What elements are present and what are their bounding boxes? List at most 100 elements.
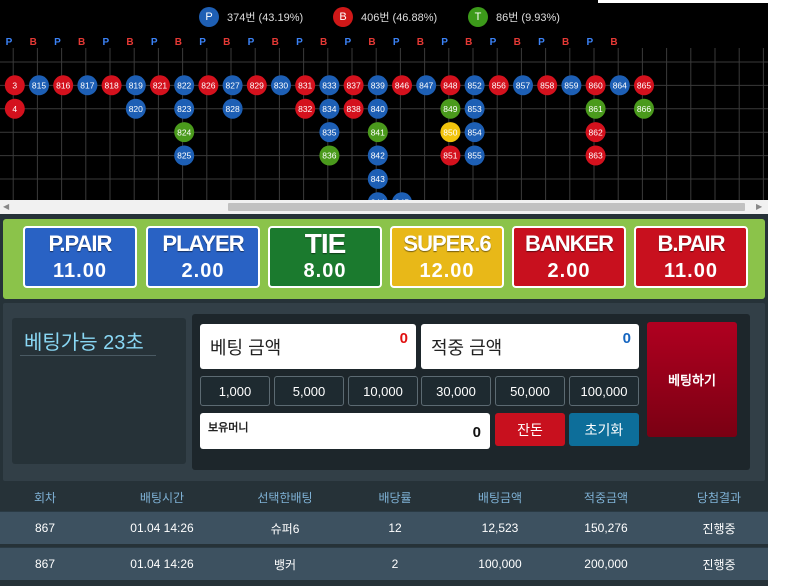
- bet-amount-field[interactable]: 베팅 금액 0: [200, 324, 416, 369]
- road-header-banker: B: [223, 37, 230, 48]
- scroll-thumb[interactable]: [228, 203, 745, 211]
- bead-label: 853: [468, 104, 482, 114]
- road-header-bg: [0, 34, 768, 48]
- odd-tie[interactable]: TIE 8.00: [268, 226, 382, 288]
- bead-label: 852: [468, 81, 482, 91]
- odd-ppair-name: P.PAIR: [48, 231, 113, 256]
- scroll-right-icon[interactable]: ▶: [756, 202, 762, 211]
- bead-road: P B P B P B P B P B P B P B P B P B P B P B P B P B 3 4 815 816 817 818…: [0, 34, 768, 200]
- chip-100000-button[interactable]: 100,000: [569, 376, 639, 406]
- row-result: 진행중: [702, 521, 736, 536]
- timer-label: 베팅가능 23초: [24, 332, 144, 354]
- stats-bar: P 374번 (43.19%) B 406번 (46.88%) T 86번 (9…: [0, 0, 768, 34]
- chip-50000-button[interactable]: 50,000: [495, 376, 565, 406]
- odd-player-value: 2.00: [181, 260, 225, 282]
- odd-player[interactable]: PLAYER 2.00: [146, 226, 260, 288]
- odd-player-name: PLAYER: [162, 231, 244, 256]
- road-header-banker: B: [610, 37, 617, 48]
- road-header-player: P: [199, 37, 206, 48]
- bead-label: 3: [12, 81, 17, 91]
- bead-label: 840: [371, 104, 385, 114]
- history-header: 회차 배팅시간 선택한배팅 배당률 배팅금액 적중금액 당첨결과: [0, 485, 768, 509]
- col-selection: 선택한배팅: [257, 490, 313, 505]
- odd-bpair[interactable]: B.PAIR 11.00: [634, 226, 748, 288]
- odd-banker-name: BANKER: [524, 231, 614, 256]
- road-header-player: P: [248, 37, 255, 48]
- bead-label: 819: [129, 81, 143, 91]
- banker-stat-text: 406번 (46.88%): [361, 12, 438, 24]
- row-bet-time: 01.04 14:26: [130, 557, 194, 571]
- row-odds: 12: [388, 521, 402, 535]
- bead-label: 833: [322, 81, 336, 91]
- row-round: 867: [34, 557, 56, 571]
- road-header-player: P: [490, 37, 497, 48]
- odds-bar: P.PAIR 11.00 PLAYER 2.00 TIE 8.00 SUPER.…: [3, 219, 765, 299]
- bead-label: 863: [589, 151, 603, 161]
- odd-tie-name: TIE: [304, 228, 347, 259]
- reset-button[interactable]: 초기화: [569, 413, 639, 446]
- bead-label: 818: [105, 81, 119, 91]
- banker-stat: B 406번 (46.88%): [333, 7, 437, 27]
- road-header-banker: B: [562, 37, 569, 48]
- bet-history: 회차 배팅시간 선택한배팅 배당률 배팅금액 적중금액 당첨결과 867 01.…: [0, 485, 768, 586]
- road-header-player: P: [344, 37, 351, 48]
- col-bet-time: 배팅시간: [139, 490, 185, 505]
- bead-label: 847: [419, 81, 433, 91]
- scroll-left-icon[interactable]: ◀: [3, 202, 9, 211]
- bead-label: 848: [443, 81, 457, 91]
- chip-1000-button[interactable]: 1,000: [200, 376, 270, 406]
- bet-amount-value: 0: [399, 330, 408, 347]
- bead-label: 849: [443, 104, 457, 114]
- tie-stat: T 86번 (9.93%): [468, 7, 560, 27]
- road-header-player: P: [586, 37, 593, 48]
- bead-label: 817: [80, 81, 94, 91]
- baccarat-page: P 374번 (43.19%) B 406번 (46.88%) T 86번 (9…: [0, 0, 800, 586]
- table-row: 867 01.04 14:26 뱅커 2 100,000 200,000 진행중: [0, 547, 768, 580]
- odd-banker-value: 2.00: [547, 260, 591, 282]
- road-header-banker: B: [320, 37, 327, 48]
- odd-ppair[interactable]: P.PAIR 11.00: [23, 226, 137, 288]
- bead-label: 851: [443, 151, 457, 161]
- bet-panel: 베팅가능 23초 베팅 금액 0 적중 금액 0 1,000 5,000 10,…: [3, 303, 765, 481]
- chip-10000-button[interactable]: 10,000: [348, 376, 418, 406]
- bead-label: 834: [322, 104, 336, 114]
- bead-label: 827: [226, 81, 240, 91]
- row-result: 진행중: [702, 557, 736, 572]
- odd-super6[interactable]: SUPER.6 12.00: [390, 226, 504, 288]
- road-header-banker: B: [417, 37, 424, 48]
- road-header-banker: B: [126, 37, 133, 48]
- bead-label: 830: [274, 81, 288, 91]
- row-bet-amount: 12,523: [481, 521, 519, 535]
- table-row: 867 01.04 14:26 슈퍼6 12 12,523 150,276 진행…: [0, 511, 768, 544]
- bead-label: 828: [226, 104, 240, 114]
- bead-label: 850: [443, 127, 457, 137]
- road-scrollbar[interactable]: ◀ ▶: [0, 200, 768, 214]
- bead-label: 861: [589, 104, 603, 114]
- row-round: 867: [34, 521, 56, 535]
- chip-30000-button[interactable]: 30,000: [421, 376, 491, 406]
- betting-zone: P.PAIR 11.00 PLAYER 2.00 TIE 8.00 SUPER.…: [0, 214, 768, 485]
- bead-label: 854: [468, 127, 482, 137]
- win-amount-label: 적중 금액: [431, 338, 503, 358]
- col-odds: 배당률: [378, 490, 412, 505]
- timer-box: 베팅가능 23초: [12, 318, 186, 464]
- player-dot-icon: P: [199, 7, 219, 27]
- topbar-edge: [598, 0, 768, 3]
- odd-banker[interactable]: BANKER 2.00: [512, 226, 626, 288]
- banker-dot-icon: B: [333, 7, 353, 27]
- change-button[interactable]: 잔돈: [495, 413, 565, 446]
- bead-label: 855: [468, 151, 482, 161]
- bead-label: 832: [298, 104, 312, 114]
- place-bet-button[interactable]: 베팅하기: [647, 322, 737, 437]
- bead-label: 831: [298, 81, 312, 91]
- col-round: 회차: [33, 490, 57, 505]
- road-header-banker: B: [30, 37, 37, 48]
- chip-5000-button[interactable]: 5,000: [274, 376, 344, 406]
- bead-label: 829: [250, 81, 264, 91]
- row-bet-time: 01.04 14:26: [130, 521, 194, 535]
- bead-label: 824: [177, 127, 191, 137]
- player-stat: P 374번 (43.19%): [199, 7, 303, 27]
- win-amount-field[interactable]: 적중 금액 0: [421, 324, 639, 369]
- road-header-player: P: [441, 37, 448, 48]
- road-header-player: P: [151, 37, 158, 48]
